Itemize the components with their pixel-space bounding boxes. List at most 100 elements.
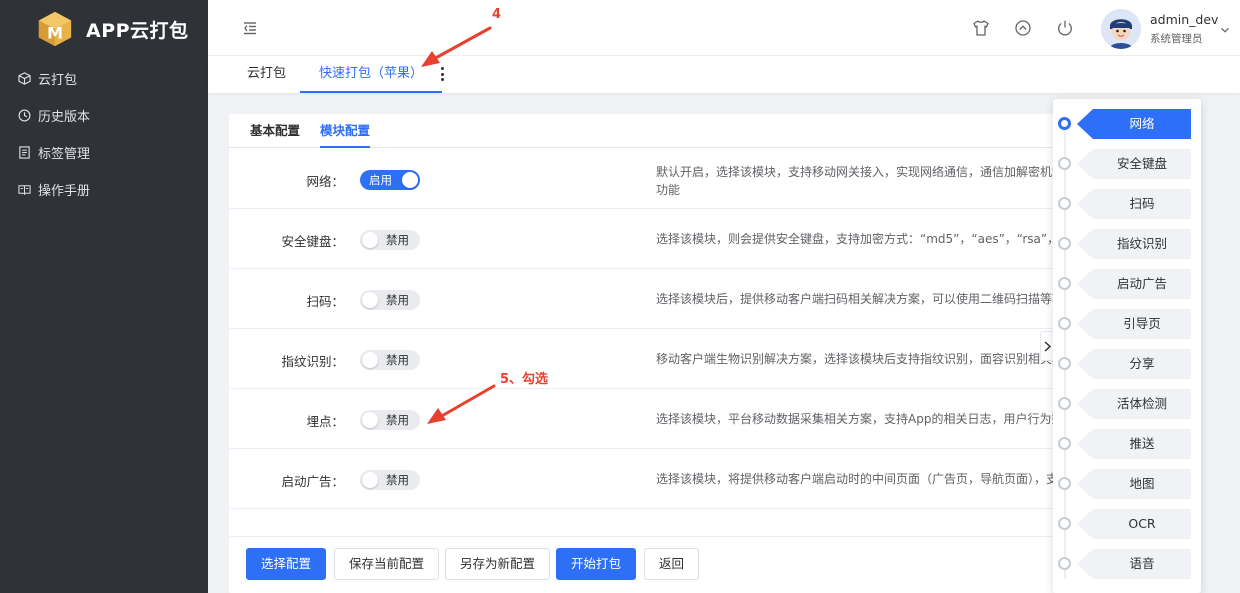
module-label: 埋点： [306, 414, 344, 429]
switch-knob [362, 472, 378, 488]
book-icon [17, 183, 31, 197]
module-nav-ocr[interactable]: OCR [1053, 508, 1201, 540]
switch-knob [402, 172, 418, 188]
switch-text: 禁用 [386, 233, 409, 247]
switch-knob [362, 232, 378, 248]
secure-keyboard-switch[interactable]: 禁用 [360, 230, 420, 250]
switch-text: 禁用 [386, 413, 409, 427]
more-vertical-icon[interactable] [441, 67, 445, 83]
sidebar-item-history[interactable]: 历史版本 [0, 97, 208, 134]
sidebar-item-label: 云打包 [38, 73, 78, 88]
document-icon [17, 146, 31, 160]
module-nav-liveness[interactable]: 活体检测 [1053, 388, 1201, 420]
module-nav-panel: 网络 安全键盘 扫码 指纹识别 启动广告 引导页 分享 活体检测 推送 地图 O… [1053, 99, 1201, 593]
module-nav-secure-keyboard[interactable]: 安全键盘 [1053, 148, 1201, 180]
subtab-module-config[interactable]: 模块配置 [320, 114, 371, 148]
sidebar: M APP云打包 云打包 历史版本 标签管理 操作手册 [0, 0, 208, 593]
nav-label: 启动广告 [1116, 276, 1167, 291]
timeline-dot [1058, 317, 1071, 330]
annotation-label-4: 4 [492, 7, 502, 22]
select-config-button[interactable]: 选择配置 [246, 548, 327, 580]
module-nav-scan[interactable]: 扫码 [1053, 188, 1201, 220]
chevron-down-icon[interactable] [1220, 24, 1230, 34]
sidebar-item-label: 标签管理 [38, 147, 91, 162]
arrow-up-circle-icon[interactable] [1014, 19, 1032, 37]
timeline-dot [1058, 477, 1071, 490]
avatar[interactable] [1101, 9, 1141, 49]
switch-text: 禁用 [386, 473, 409, 487]
fingerprint-switch[interactable]: 禁用 [360, 350, 420, 370]
cube-icon [17, 72, 31, 86]
module-label: 安全键盘： [281, 234, 344, 249]
switch-text: 禁用 [386, 293, 409, 307]
scan-switch[interactable]: 禁用 [360, 290, 420, 310]
tracking-switch[interactable]: 禁用 [360, 410, 420, 430]
panel-collapse-handle[interactable] [1040, 331, 1054, 361]
sidebar-item-cloud-pack[interactable]: 云打包 [0, 60, 208, 97]
timeline-dot [1058, 197, 1071, 210]
nav-label: 分享 [1129, 356, 1155, 371]
timeline-dot [1058, 357, 1071, 370]
logo-cube-icon: M [36, 10, 74, 48]
sidebar-item-label: 操作手册 [38, 184, 91, 199]
tshirt-icon[interactable] [972, 19, 990, 37]
nav-label: 指纹识别 [1116, 236, 1167, 251]
sidebar-menu: 云打包 历史版本 标签管理 操作手册 [0, 60, 208, 208]
module-nav-map[interactable]: 地图 [1053, 468, 1201, 500]
page-tabs: 云打包 快速打包（苹果） [208, 56, 1240, 93]
tab-cloud-pack[interactable]: 云打包 [247, 56, 286, 93]
module-nav-guide-page[interactable]: 引导页 [1053, 308, 1201, 340]
nav-label: 地图 [1129, 476, 1155, 491]
network-switch[interactable]: 启用 [360, 170, 420, 190]
user-role: 系统管理员 [1150, 33, 1203, 45]
nav-label: 活体检测 [1116, 396, 1167, 411]
svg-text:M: M [47, 24, 63, 43]
timeline-dot [1058, 117, 1071, 130]
save-current-config-button[interactable]: 保存当前配置 [334, 548, 440, 580]
module-label: 指纹识别： [281, 354, 344, 369]
clock-icon [17, 109, 31, 123]
chevron-right-icon [1044, 341, 1052, 352]
module-nav-share[interactable]: 分享 [1053, 348, 1201, 380]
menu-fold-icon[interactable] [242, 20, 258, 36]
sidebar-item-tags[interactable]: 标签管理 [0, 134, 208, 171]
module-nav-network[interactable]: 网络 [1053, 108, 1201, 140]
timeline-dot [1058, 157, 1071, 170]
switch-knob [362, 292, 378, 308]
tab-quick-pack-ios[interactable]: 快速打包（苹果） [300, 56, 443, 93]
sidebar-item-manual[interactable]: 操作手册 [0, 171, 208, 208]
subtab-basic-config[interactable]: 基本配置 [250, 114, 300, 148]
annotation-label-5: 5、勾选 [500, 372, 549, 387]
top-header: admin_dev 系统管理员 [208, 0, 1240, 56]
nav-label: OCR [1128, 516, 1156, 531]
nav-label: 推送 [1129, 436, 1155, 451]
switch-text: 启用 [369, 173, 392, 187]
launch-ad-switch[interactable]: 禁用 [360, 470, 420, 490]
module-nav-push[interactable]: 推送 [1053, 428, 1201, 460]
back-button[interactable]: 返回 [644, 548, 700, 580]
app-logo[interactable]: M APP云打包 [0, 0, 208, 58]
timeline-dot [1058, 237, 1071, 250]
module-label: 扫码： [306, 294, 344, 309]
sidebar-item-label: 历史版本 [38, 110, 91, 125]
module-label: 网络： [306, 174, 344, 189]
timeline-dot [1058, 517, 1071, 530]
user-name: admin_dev [1150, 12, 1219, 27]
switch-knob [362, 412, 378, 428]
save-as-new-config-button[interactable]: 另存为新配置 [445, 548, 551, 580]
power-icon[interactable] [1056, 19, 1074, 37]
switch-knob [362, 352, 378, 368]
module-nav-launch-ad[interactable]: 启动广告 [1053, 268, 1201, 300]
app-title: APP云打包 [86, 19, 189, 42]
module-nav-voice[interactable]: 语音 [1053, 548, 1201, 580]
nav-label: 网络 [1129, 116, 1155, 131]
timeline-dot [1058, 557, 1071, 570]
nav-label: 引导页 [1123, 316, 1161, 331]
nav-label: 扫码 [1129, 196, 1155, 211]
module-nav-fingerprint[interactable]: 指纹识别 [1053, 228, 1201, 260]
switch-text: 禁用 [386, 353, 409, 367]
timeline-dot [1058, 437, 1071, 450]
timeline-dot [1058, 397, 1071, 410]
start-pack-button[interactable]: 开始打包 [556, 548, 637, 580]
nav-label: 安全键盘 [1116, 156, 1167, 171]
